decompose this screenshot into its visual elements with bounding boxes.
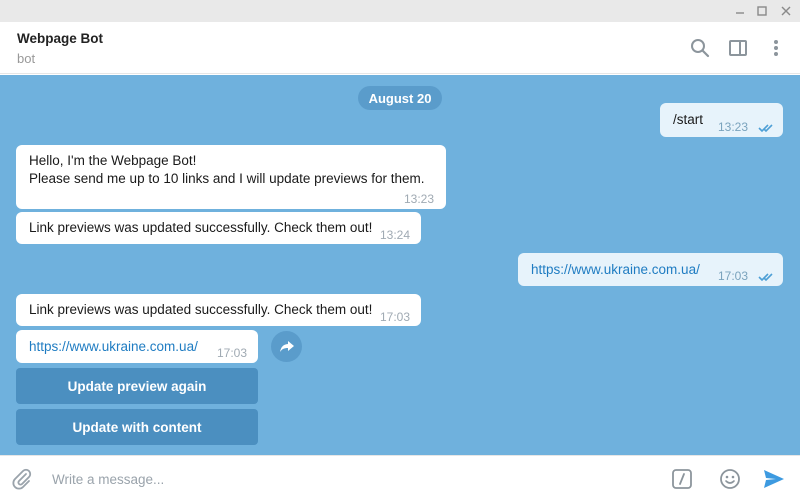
inline-button-update-preview[interactable]: Update preview again [16,368,258,404]
message-time: 17:03 [217,346,248,360]
message-time: 13:23 [404,192,435,206]
message-text: Link previews was updated successfully. … [29,220,373,235]
message-text-line: Please send me up to 10 links and I will… [29,171,425,186]
date-separator: August 20 [358,86,442,110]
more-vertical-icon[interactable] [764,36,788,60]
chat-header: Webpage Bot bot [0,22,800,74]
incoming-message[interactable]: Link previews was updated successfully. … [16,294,421,326]
bot-command-icon[interactable] [670,467,694,491]
emoji-icon[interactable] [718,467,742,491]
close-icon[interactable] [774,0,798,22]
inline-button-update-content[interactable]: Update with content [16,409,258,445]
message-link[interactable]: https://www.ukraine.com.ua/ [29,338,198,356]
double-check-icon [758,120,776,138]
paperclip-icon[interactable] [10,467,34,491]
message-input[interactable] [52,468,652,490]
outgoing-message[interactable]: https://www.ukraine.com.ua/ 17:03 [518,253,783,286]
incoming-message[interactable]: https://www.ukraine.com.ua/ 17:03 [16,330,258,363]
sidebar-panel-icon[interactable] [726,36,750,60]
share-forward-button[interactable] [271,331,302,362]
message-text: Link previews was updated successfully. … [29,302,373,317]
message-history[interactable]: August 20 /start 13:23 Hello, I'm the We… [0,75,800,455]
message-time: 17:03 [380,310,411,324]
double-check-icon [758,269,776,287]
compose-bar [0,455,800,501]
chat-subtitle: bot [17,51,36,66]
send-icon[interactable] [762,467,786,491]
chat-title[interactable]: Webpage Bot [17,31,103,46]
message-time: 13:23 [718,120,749,134]
message-text-line: Hello, I'm the Webpage Bot! [29,153,197,168]
search-icon[interactable] [688,36,712,60]
minimize-icon[interactable] [728,0,752,22]
message-time: 13:24 [380,228,411,242]
incoming-message[interactable]: Link previews was updated successfully. … [16,212,421,244]
outgoing-message[interactable]: /start 13:23 [660,103,783,137]
maximize-icon[interactable] [750,0,774,22]
message-time: 17:03 [718,269,749,283]
window-title-bar [0,0,800,22]
incoming-message[interactable]: Hello, I'm the Webpage Bot! Please send … [16,145,446,209]
message-link[interactable]: https://www.ukraine.com.ua/ [531,261,700,279]
forward-arrow-icon [279,340,294,352]
message-text: /start [673,112,704,127]
